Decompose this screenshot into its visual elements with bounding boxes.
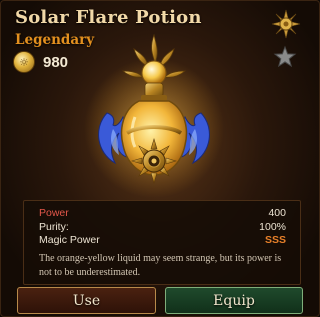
stat-row-magic-power: Magic Power SSS (39, 234, 286, 246)
coin-value: 980 (43, 53, 69, 71)
stats-panel: Power 400 Purity: 100% Magic Power SSS T… (23, 200, 301, 285)
use-button[interactable]: Use (17, 287, 156, 314)
sun-emblem-icon[interactable] (271, 9, 301, 39)
stat-row-purity: Purity: 100% (39, 221, 286, 233)
stat-label: Power (39, 207, 69, 219)
stat-value: 400 (268, 207, 286, 219)
stat-row-power: Power 400 (39, 207, 286, 219)
stat-value: SSS (264, 234, 286, 246)
equip-button[interactable]: Equip (165, 287, 303, 314)
solar-flare-potion-icon (84, 33, 224, 198)
price-row: ☼ 980 (13, 50, 68, 74)
star-icon[interactable] (273, 45, 297, 69)
gold-coin-icon: ☼ (13, 51, 35, 73)
item-name: Solar Flare Potion (15, 7, 202, 28)
stat-label: Magic Power (39, 234, 100, 246)
stat-label: Purity: (39, 221, 69, 233)
stat-value: 100% (259, 221, 286, 233)
item-description: The orange-yellow liquid may seem strang… (39, 253, 282, 278)
item-card: Solar Flare Potion Legendary ☼ 980 Power… (0, 0, 320, 317)
